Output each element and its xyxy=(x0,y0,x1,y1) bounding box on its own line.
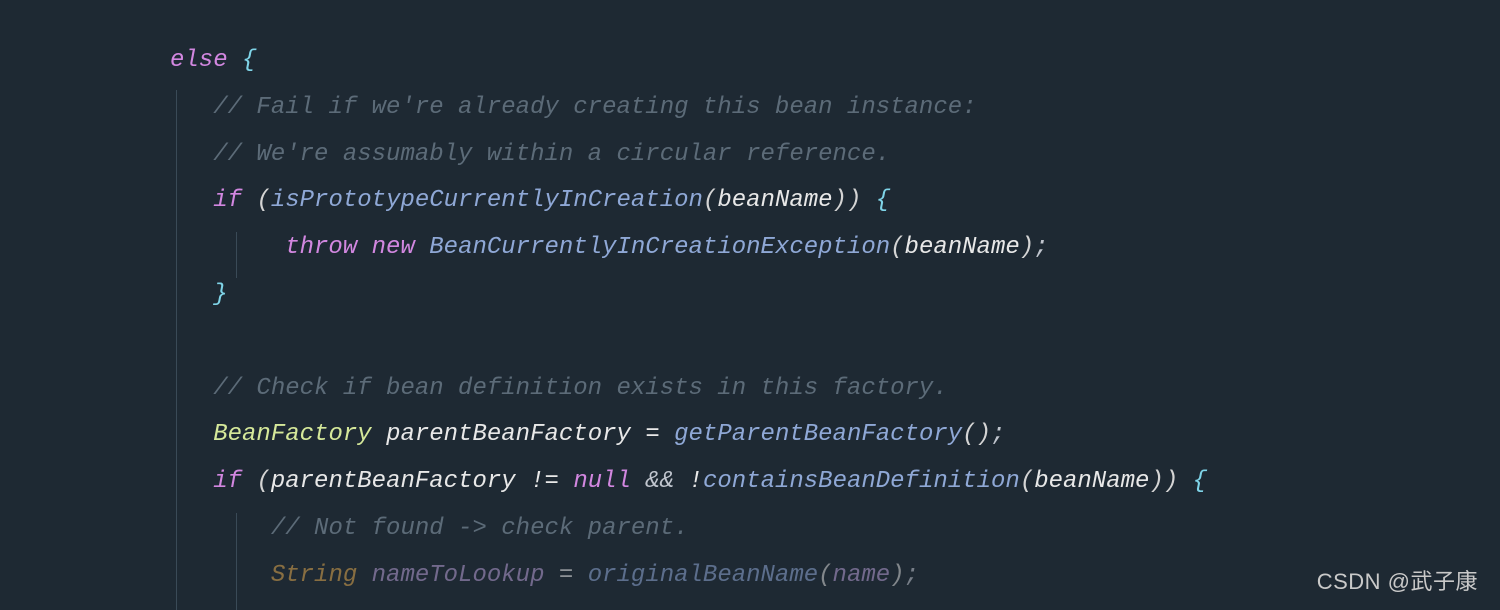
class-name: BeanCurrentlyInCreationException xyxy=(429,234,890,261)
keyword-throw: throw xyxy=(285,234,357,261)
code-line: if (parentBeanFactory != null && !contai… xyxy=(170,459,1500,506)
paren-open: ( xyxy=(1020,468,1034,495)
keyword-if: if xyxy=(213,468,242,495)
variable: nameToLookup xyxy=(372,562,545,589)
variable: parentBeanFactory xyxy=(271,468,516,495)
variable: parentBeanFactory xyxy=(386,421,631,448)
operator-assign: = xyxy=(645,421,659,448)
keyword-new: new xyxy=(372,234,415,261)
paren-open: ( xyxy=(818,562,832,589)
comment: // Not found -> check parent. xyxy=(271,515,689,542)
paren-open: ( xyxy=(703,187,717,214)
code-line: } xyxy=(170,272,1500,319)
code-line: // Not found -> check parent. xyxy=(170,506,1500,553)
paren-open: ( xyxy=(256,187,270,214)
code-line xyxy=(170,319,1500,366)
paren-close: ) xyxy=(833,187,847,214)
code-line: else { xyxy=(170,38,1500,85)
watermark: CSDN @武子康 xyxy=(1317,561,1478,604)
paren-close: ) xyxy=(847,187,861,214)
code-line: // Fail if we're already creating this b… xyxy=(170,85,1500,132)
paren-close: ) xyxy=(977,421,991,448)
comment: // Fail if we're already creating this b… xyxy=(213,94,976,121)
operator-assign: = xyxy=(559,562,573,589)
comment: // Check if bean definition exists in th… xyxy=(213,375,948,402)
code-line: BeanFactory parentBeanFactory = getParen… xyxy=(170,412,1500,459)
paren-open: ( xyxy=(256,468,270,495)
variable: beanName xyxy=(717,187,832,214)
paren-close: ) xyxy=(1164,468,1178,495)
semicolon: ; xyxy=(991,421,1005,448)
brace-open: { xyxy=(876,187,890,214)
semicolon: ; xyxy=(905,562,919,589)
indent-guide xyxy=(176,90,177,610)
brace-close: } xyxy=(213,281,227,308)
method-call: containsBeanDefinition xyxy=(703,468,1020,495)
method-call: getParentBeanFactory xyxy=(674,421,962,448)
keyword-null: null xyxy=(573,468,631,495)
code-line: // We're assumably within a circular ref… xyxy=(170,132,1500,179)
comment: // We're assumably within a circular ref… xyxy=(213,141,890,168)
operator-neq: != xyxy=(530,468,559,495)
method-call: originalBeanName xyxy=(588,562,818,589)
paren-open: ( xyxy=(962,421,976,448)
code-line: // Check if bean definition exists in th… xyxy=(170,366,1500,413)
variable: beanName xyxy=(1034,468,1149,495)
type-name: BeanFactory xyxy=(213,421,371,448)
paren-close: ) xyxy=(1020,234,1034,261)
semicolon: ; xyxy=(1034,234,1048,261)
keyword-else: else xyxy=(170,47,228,74)
brace-open: { xyxy=(242,47,256,74)
code-line: if (isPrototypeCurrentlyInCreation(beanN… xyxy=(170,178,1500,225)
code-line: throw new BeanCurrentlyInCreationExcepti… xyxy=(170,225,1500,272)
method-call: isPrototypeCurrentlyInCreation xyxy=(271,187,703,214)
brace-open: { xyxy=(1193,468,1207,495)
keyword-if: if xyxy=(213,187,242,214)
operator-not: ! xyxy=(689,468,703,495)
code-line: String nameToLookup = originalBeanName(n… xyxy=(170,553,1500,600)
variable: name xyxy=(833,562,891,589)
type-name: String xyxy=(271,562,357,589)
operator-and: && xyxy=(645,468,674,495)
variable: beanName xyxy=(905,234,1020,261)
paren-close: ) xyxy=(890,562,904,589)
indent-guide xyxy=(236,232,237,278)
paren-open: ( xyxy=(890,234,904,261)
paren-close: ) xyxy=(1149,468,1163,495)
